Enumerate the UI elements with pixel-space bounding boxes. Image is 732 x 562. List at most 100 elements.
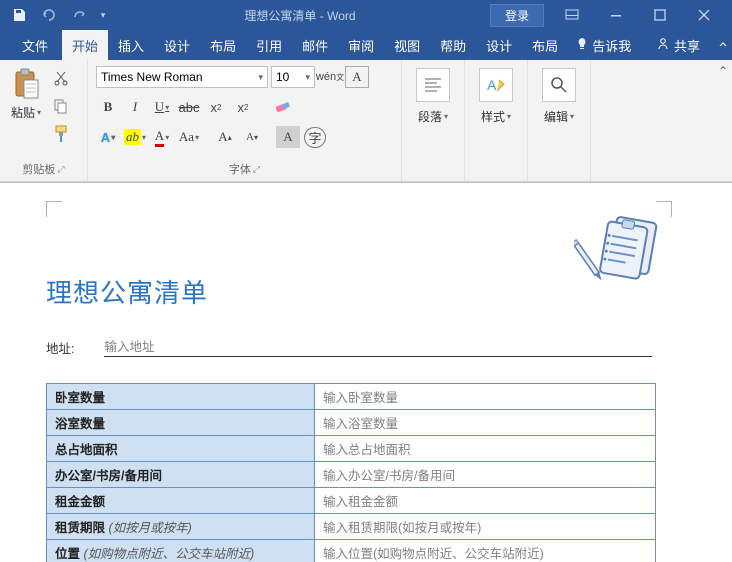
margin-corner [46, 201, 62, 217]
tab-design[interactable]: 设计 [154, 30, 200, 60]
login-button[interactable]: 登录 [490, 4, 544, 27]
styles-button[interactable]: A 样式▾ [469, 62, 523, 165]
collapse-ribbon-icon[interactable]: ⌃ [718, 64, 728, 78]
lightbulb-icon [576, 37, 588, 54]
styles-label: 样式 [481, 108, 505, 125]
titlebar-right: 登录 [490, 1, 726, 29]
tab-table-layout[interactable]: 布局 [522, 30, 568, 60]
table-row: 总占地面积输入总占地面积 [47, 436, 656, 462]
group-clipboard: 粘贴▾ 剪贴板⤢ [0, 60, 88, 181]
font-name-value: Times New Roman [101, 70, 203, 84]
tab-insert[interactable]: 插入 [108, 30, 154, 60]
format-painter-icon[interactable] [50, 124, 72, 144]
tab-layout[interactable]: 布局 [200, 30, 246, 60]
copy-icon[interactable] [50, 96, 72, 116]
tab-file[interactable]: 文件 [8, 30, 62, 60]
tab-help[interactable]: 帮助 [430, 30, 476, 60]
window-title: 理想公寓清单 - Word [110, 7, 490, 24]
ribbon: 粘贴▾ 剪贴板⤢ Times New Roman▾ 10▾ wén文 A B I… [0, 60, 732, 182]
address-field[interactable]: 输入地址 [104, 336, 652, 357]
character-border-icon[interactable]: A [345, 66, 369, 88]
group-paragraph: 段落▾ [402, 60, 465, 181]
font-group-label: 字体 [229, 161, 251, 177]
address-label: 地址: [46, 338, 74, 357]
paragraph-label: 段落 [418, 108, 442, 125]
row-value[interactable]: 输入位置(如购物点附近、公交车站附近) [315, 540, 656, 562]
enclose-characters-icon[interactable]: 字 [303, 126, 327, 148]
share-button[interactable]: 共享 [648, 30, 708, 60]
tab-mailings[interactable]: 邮件 [292, 30, 338, 60]
tell-me-label: 告诉我 [592, 36, 631, 55]
row-label[interactable]: 浴室数量 [47, 410, 315, 436]
dialog-launcher-icon[interactable]: ⤢ [253, 164, 260, 175]
table-row: 卧室数量输入卧室数量 [47, 384, 656, 410]
tab-references[interactable]: 引用 [246, 30, 292, 60]
ribbon-tabs: 文件 开始 插入 设计 布局 引用 邮件 审阅 视图 帮助 设计 布局 告诉我 … [0, 30, 732, 60]
row-label[interactable]: 办公室/书房/备用间 [47, 462, 315, 488]
share-label: 共享 [674, 36, 700, 55]
character-shading-icon[interactable]: A [276, 126, 300, 148]
row-value[interactable]: 输入租金金额 [315, 488, 656, 514]
ribbon-options-icon[interactable] [550, 1, 594, 29]
bold-button[interactable]: B [96, 96, 120, 118]
phonetic-guide-icon[interactable]: wén文 [318, 66, 342, 88]
row-value[interactable]: 输入租赁期限(如按月或按年) [315, 514, 656, 540]
clipboard-group-label: 剪贴板 [22, 161, 55, 177]
save-icon[interactable] [6, 3, 32, 27]
tab-view[interactable]: 视图 [384, 30, 430, 60]
row-value[interactable]: 输入办公室/书房/备用间 [315, 462, 656, 488]
row-label[interactable]: 位置 (如购物点附近、公交车站附近) [47, 540, 315, 562]
maximize-icon[interactable] [638, 1, 682, 29]
subscript-button[interactable]: x2 [204, 96, 228, 118]
tab-table-design[interactable]: 设计 [476, 30, 522, 60]
tab-home[interactable]: 开始 [62, 30, 108, 60]
table-row: 办公室/书房/备用间输入办公室/书房/备用间 [47, 462, 656, 488]
row-value[interactable]: 输入总占地面积 [315, 436, 656, 462]
table-row: 租金金额输入租金金额 [47, 488, 656, 514]
underline-button[interactable]: U▾ [150, 96, 174, 118]
group-styles: A 样式▾ [465, 60, 528, 181]
paste-label: 粘贴 [11, 104, 35, 121]
redo-icon[interactable] [66, 3, 92, 27]
svg-text:A: A [487, 77, 497, 93]
row-label[interactable]: 卧室数量 [47, 384, 315, 410]
change-case-icon[interactable]: Aa▾ [177, 126, 201, 148]
page: 理想公寓清单 地址: 输入地址 卧室数量输入卧室数量 浴室数量输入浴室数量 总占… [8, 183, 732, 562]
cut-icon[interactable] [50, 68, 72, 88]
checklist-table: 卧室数量输入卧室数量 浴室数量输入浴室数量 总占地面积输入总占地面积 办公室/书… [46, 383, 656, 562]
editing-button[interactable]: 编辑▾ [532, 62, 586, 165]
row-value[interactable]: 输入卧室数量 [315, 384, 656, 410]
shrink-font-icon[interactable]: A▾ [240, 126, 264, 148]
row-label[interactable]: 租赁期限 (如按月或按年) [47, 514, 315, 540]
clear-formatting-icon[interactable] [271, 96, 295, 118]
close-icon[interactable] [682, 1, 726, 29]
font-name-selector[interactable]: Times New Roman▾ [96, 66, 268, 88]
font-size-value: 10 [276, 70, 289, 84]
find-icon [542, 68, 576, 102]
strikethrough-button[interactable]: abc [177, 96, 201, 118]
row-value[interactable]: 输入浴室数量 [315, 410, 656, 436]
grow-font-icon[interactable]: A▴ [213, 126, 237, 148]
row-label[interactable]: 总占地面积 [47, 436, 315, 462]
italic-button[interactable]: I [123, 96, 147, 118]
document-area[interactable]: 理想公寓清单 地址: 输入地址 卧室数量输入卧室数量 浴室数量输入浴室数量 总占… [0, 182, 732, 562]
tab-review[interactable]: 审阅 [338, 30, 384, 60]
text-effects-icon[interactable]: A▾ [96, 126, 120, 148]
minimize-icon[interactable] [594, 1, 638, 29]
highlight-icon[interactable]: ab▾ [123, 126, 147, 148]
group-editing: 编辑▾ [528, 60, 591, 181]
paragraph-icon [416, 68, 450, 102]
tell-me[interactable]: 告诉我 [568, 30, 639, 60]
paragraph-button[interactable]: 段落▾ [406, 62, 460, 165]
dialog-launcher-icon[interactable]: ⤢ [57, 164, 64, 175]
superscript-button[interactable]: x2 [231, 96, 255, 118]
quick-access-toolbar: ▾ [6, 3, 110, 27]
collapse-ribbon-icon[interactable] [714, 30, 732, 60]
font-size-selector[interactable]: 10▾ [271, 66, 315, 88]
address-row: 地址: 输入地址 [46, 336, 712, 357]
qat-dropdown-icon[interactable]: ▾ [96, 3, 110, 27]
row-label[interactable]: 租金金额 [47, 488, 315, 514]
paste-button[interactable]: 粘贴▾ [4, 62, 48, 157]
undo-icon[interactable] [36, 3, 62, 27]
font-color-icon[interactable]: A▾ [150, 126, 174, 148]
